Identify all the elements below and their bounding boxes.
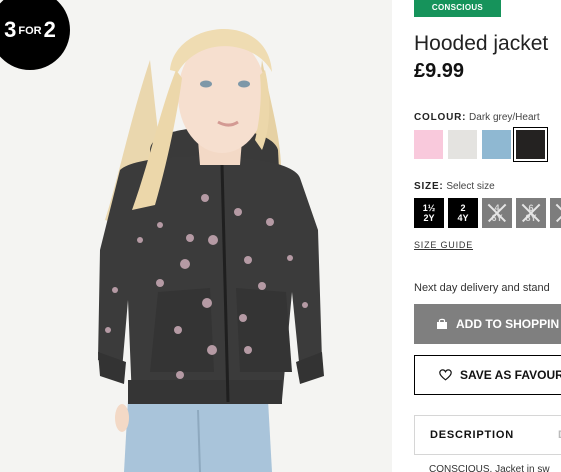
shopping-bag-icon xyxy=(437,318,447,329)
size-line2: 4Y xyxy=(457,213,469,223)
promo-for: FOR xyxy=(18,25,42,37)
product-title: Hooded jacket xyxy=(414,32,549,55)
detail-tabs: DESCRIPTION DE xyxy=(414,415,561,455)
add-to-bag-button[interactable]: ADD TO SHOPPIN xyxy=(414,304,561,344)
size-option-1-2y[interactable]: 1½ 2Y xyxy=(414,198,444,228)
size-option-6-8y[interactable]: 6 8Y xyxy=(516,198,546,228)
size-label: SIZE: xyxy=(414,181,444,192)
size-options: 1½ 2Y 2 4Y 4 6Y 6 8Y 8 xyxy=(414,198,561,228)
size-line1: 6 xyxy=(528,203,534,213)
colour-swatch-light-grey[interactable] xyxy=(448,130,477,159)
description-snippet: CONSCIOUS. Jacket in sw xyxy=(429,464,550,472)
size-row: SIZE: Select size xyxy=(414,181,495,192)
colour-label: COLOUR: xyxy=(414,112,467,123)
product-image: 3 FOR 2 xyxy=(0,0,392,472)
add-to-bag-label: ADD TO SHOPPIN xyxy=(456,317,560,331)
save-favourite-button[interactable]: SAVE AS FAVOUR xyxy=(414,355,561,395)
promo-price-count: 2 xyxy=(43,17,56,42)
delivery-info: Next day delivery and stand xyxy=(414,282,550,294)
conscious-tag: CONSCIOUS xyxy=(414,0,501,17)
size-line1: 2 xyxy=(460,203,466,213)
colour-swatch-dark-grey[interactable] xyxy=(513,127,548,162)
size-option-4-6y[interactable]: 4 6Y xyxy=(482,198,512,228)
promo-count: 3 xyxy=(4,17,17,42)
size-line2: 8Y xyxy=(525,213,537,223)
size-line1: 4 xyxy=(494,203,500,213)
heart-icon xyxy=(439,369,452,381)
colour-swatch-light-blue[interactable] xyxy=(482,130,511,159)
tab-description[interactable]: DESCRIPTION xyxy=(415,429,514,441)
save-favourite-label: SAVE AS FAVOUR xyxy=(460,368,561,382)
colour-swatch-pink[interactable] xyxy=(414,130,443,159)
size-line1: 1½ xyxy=(422,203,436,213)
tab-second[interactable]: DE xyxy=(514,429,561,441)
size-line2: 2Y xyxy=(423,213,435,223)
product-details: CONSCIOUS Hooded jacket £9.99 COLOUR: Da… xyxy=(414,0,561,472)
product-photo-illustration xyxy=(0,0,392,472)
size-line2: 6Y xyxy=(491,213,503,223)
size-option-2-4y[interactable]: 2 4Y xyxy=(448,198,478,228)
size-option-8[interactable]: 8 xyxy=(550,198,561,228)
size-guide-link[interactable]: SIZE GUIDE xyxy=(414,240,473,250)
product-price: £9.99 xyxy=(414,60,465,82)
colour-row: COLOUR: Dark grey/Heart xyxy=(414,112,540,123)
size-value: Select size xyxy=(446,181,495,192)
colour-swatches xyxy=(414,127,548,162)
colour-value: Dark grey/Heart xyxy=(469,112,540,123)
